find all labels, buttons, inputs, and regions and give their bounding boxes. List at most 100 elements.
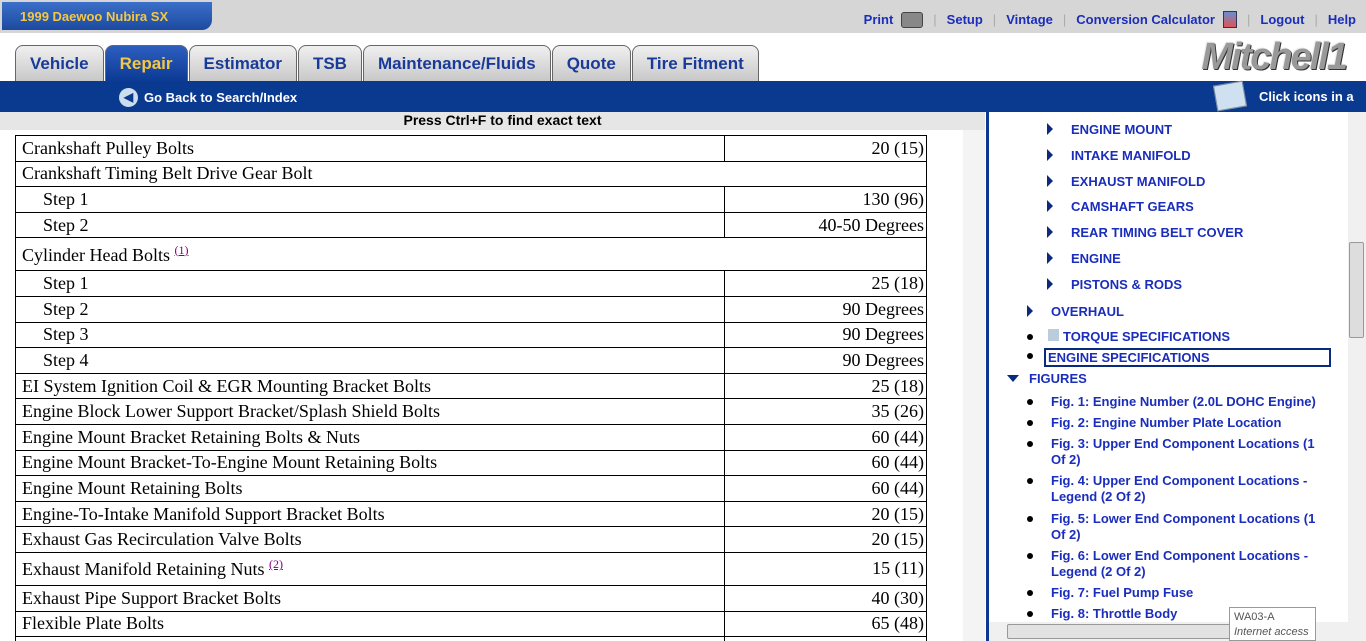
bullet-icon bbox=[1027, 516, 1033, 522]
expand-arrow-icon[interactable] bbox=[1047, 252, 1053, 264]
bullet-icon bbox=[1027, 334, 1033, 340]
printer-icon[interactable] bbox=[901, 11, 924, 28]
torque-value bbox=[724, 636, 927, 641]
tab-vehicle[interactable]: Vehicle bbox=[15, 45, 104, 81]
figure-link[interactable]: Fig. 1: Engine Number (2.0L DOHC Engine) bbox=[1027, 394, 1331, 410]
help-link[interactable]: Help bbox=[1328, 12, 1356, 27]
tree-scroll-thumb[interactable] bbox=[1349, 242, 1364, 338]
horizontal-scroll-thumb[interactable] bbox=[1007, 624, 1247, 639]
component-name: Engine Mount Retaining Bolts bbox=[22, 477, 243, 498]
expand-arrow-icon[interactable] bbox=[1047, 174, 1053, 187]
table-row: Engine Mount Bracket-To-Engine Mount Ret… bbox=[15, 449, 927, 477]
component-name: Engine Mount Bracket Retaining Bolts & N… bbox=[22, 426, 360, 447]
component-name: Step 1 bbox=[43, 273, 89, 294]
bullet-icon bbox=[1027, 353, 1033, 359]
footnote-link[interactable]: (2) bbox=[269, 557, 283, 571]
tree-label: EXHAUST MANIFOLD bbox=[1071, 173, 1206, 189]
expand-arrow-icon[interactable] bbox=[1047, 123, 1053, 135]
figure-link-label: Fig. 4: Upper End Component Locations - … bbox=[1051, 473, 1308, 504]
status-tooltip: WA03-A Internet access bbox=[1229, 607, 1316, 641]
figure-link-label: Fig. 5: Lower End Component Locations (1… bbox=[1051, 511, 1316, 542]
component-name: Exhaust Pipe Support Bracket Bolts bbox=[22, 587, 281, 608]
figure-link[interactable]: Fig. 6: Lower End Component Locations - … bbox=[1027, 548, 1331, 580]
figure-link[interactable]: Fig. 4: Upper End Component Locations - … bbox=[1027, 473, 1331, 505]
notepad-icon[interactable] bbox=[1212, 80, 1248, 112]
logout-link[interactable]: Logout bbox=[1260, 12, 1304, 27]
component-cell: Engine Mount Retaining Bolts bbox=[15, 475, 725, 502]
vintage-link[interactable]: Vintage bbox=[1006, 12, 1053, 27]
tree-item[interactable]: EXHAUST MANIFOLD bbox=[1047, 174, 1205, 189]
table-row: Crankshaft Timing Belt Drive Gear Bolt bbox=[15, 160, 927, 188]
component-cell: Step 1 bbox=[15, 270, 725, 297]
figure-link[interactable]: Fig. 3: Upper End Component Locations (1… bbox=[1027, 436, 1331, 468]
tree-item[interactable]: PISTONS & RODS bbox=[1047, 277, 1182, 292]
figure-link-label: Fig. 1: Engine Number (2.0L DOHC Engine) bbox=[1051, 394, 1316, 409]
calculator-icon[interactable] bbox=[1223, 11, 1237, 28]
tab-tire-fitment[interactable]: Tire Fitment bbox=[631, 45, 759, 81]
table-row: Step 2 90 Degrees bbox=[15, 295, 927, 323]
table-row: Engine-To-Intake Manifold Support Bracke… bbox=[15, 500, 927, 528]
conversion-calculator-link[interactable]: Conversion Calculator bbox=[1076, 12, 1215, 27]
figure-link-label: Fig. 6: Lower End Component Locations - … bbox=[1051, 548, 1309, 579]
content-scrollbar[interactable] bbox=[963, 130, 985, 641]
tree-scrollbar[interactable] bbox=[1348, 112, 1366, 622]
vehicle-tab[interactable]: 1999 Daewoo Nubira SX bbox=[2, 2, 212, 30]
tree-item-overhaul[interactable]: OVERHAUL bbox=[1027, 304, 1124, 319]
table-row: Step 4 90 Degrees bbox=[15, 347, 927, 374]
back-to-search-link[interactable]: ◀ Go Back to Search/Index bbox=[119, 88, 297, 107]
component-cell: Exhaust Gas Recirculation Valve Bolts bbox=[15, 526, 725, 553]
component-name: Crankshaft Pulley Bolts bbox=[22, 137, 194, 158]
expand-arrow-icon[interactable] bbox=[1027, 305, 1033, 317]
component-name: Step 1 bbox=[43, 188, 89, 209]
tab-estimator[interactable]: Estimator bbox=[188, 45, 297, 81]
figure-link[interactable]: Fig. 5: Lower End Component Locations (1… bbox=[1027, 511, 1331, 543]
bullet-icon bbox=[1027, 553, 1033, 559]
figure-link[interactable]: Fig. 7: Fuel Pump Fuse bbox=[1027, 585, 1331, 601]
table-row: Exhaust Gas Recirculation Valve Bolts 20 … bbox=[15, 526, 927, 553]
setup-link[interactable]: Setup bbox=[947, 12, 983, 27]
table-row: Step 3 90 Degrees bbox=[15, 321, 927, 349]
bullet-icon bbox=[1027, 420, 1033, 426]
tree-item[interactable]: REAR TIMING BELT COVER bbox=[1047, 225, 1243, 240]
expand-arrow-icon[interactable] bbox=[1047, 200, 1053, 213]
tab-maintenance[interactable]: Maintenance/Fluids bbox=[362, 45, 551, 81]
expand-arrow-icon[interactable] bbox=[1047, 277, 1053, 290]
component-cell: Engine Mount Bracket Retaining Bolts & N… bbox=[15, 423, 725, 451]
tree-item[interactable]: ENGINE MOUNT bbox=[1047, 122, 1172, 137]
expand-arrow-icon[interactable] bbox=[1047, 148, 1053, 161]
figure-link-label: Fig. 3: Upper End Component Locations (1… bbox=[1051, 436, 1315, 467]
tab-tsb[interactable]: TSB bbox=[297, 45, 362, 81]
component-name: Step 3 bbox=[43, 324, 89, 345]
tree-item-figures[interactable]: FIGURES bbox=[1007, 371, 1087, 386]
tab-quote[interactable]: Quote bbox=[551, 45, 631, 81]
table-row: Step 1 25 (18) bbox=[15, 270, 927, 297]
tree-label: PISTONS & RODS bbox=[1071, 276, 1183, 292]
tree-item-engine-specs[interactable]: ENGINE SPECIFICATIONS bbox=[1027, 348, 1331, 367]
component-cell: Flywheel Bolts bbox=[15, 636, 725, 641]
figure-link-label: Fig. 2: Engine Number Plate Location bbox=[1051, 415, 1282, 430]
click-hint-text: Click icons in a bbox=[1259, 88, 1354, 104]
figure-link[interactable]: Fig. 2: Engine Number Plate Location bbox=[1027, 415, 1331, 431]
print-link[interactable]: Print bbox=[864, 12, 894, 27]
tree-label: ENGINE SPECIFICATIONS bbox=[1044, 348, 1331, 367]
tree-item[interactable]: CAMSHAFT GEARS bbox=[1047, 199, 1194, 214]
tree-item[interactable]: INTAKE MANIFOLD bbox=[1047, 148, 1191, 163]
footnote-link[interactable]: (1) bbox=[174, 243, 188, 257]
torque-value: 20 (15) bbox=[724, 526, 927, 553]
expand-arrow-icon[interactable] bbox=[1047, 226, 1053, 239]
torque-value: 35 (26) bbox=[724, 398, 927, 425]
table-row: Engine Mount Retaining Bolts 60 (44) bbox=[15, 475, 927, 502]
table-row: Exhaust Manifold Retaining Nuts (2) 15 (1… bbox=[15, 551, 927, 586]
tree-label: FIGURES bbox=[1029, 371, 1087, 386]
table-row: Engine Block Lower Support Bracket/Splas… bbox=[15, 398, 927, 425]
component-cell: Step 4 bbox=[15, 347, 725, 374]
tab-repair[interactable]: Repair bbox=[104, 45, 188, 81]
table-row: Flexible Plate Bolts 65 (48) bbox=[15, 610, 927, 638]
collapse-arrow-icon[interactable] bbox=[1007, 375, 1019, 382]
component-name: Flexible Plate Bolts bbox=[22, 613, 164, 634]
tree-label: REAR TIMING BELT COVER bbox=[1071, 225, 1244, 241]
component-cell: Cylinder Head Bolts (1) bbox=[15, 237, 927, 272]
tree-item[interactable]: ENGINE bbox=[1047, 251, 1121, 266]
tree-item-torque-specs[interactable]: TORQUE SPECIFICATIONS bbox=[1027, 329, 1230, 344]
component-cell: Engine Mount Bracket-To-Engine Mount Ret… bbox=[15, 449, 725, 477]
